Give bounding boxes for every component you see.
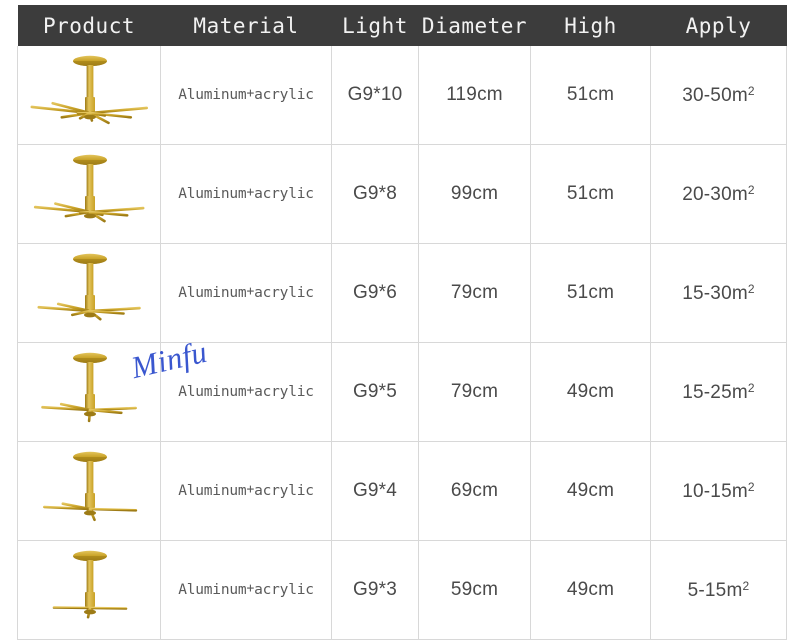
- cell-product-image: [17, 243, 161, 343]
- high-value: 49cm: [566, 579, 615, 600]
- column-header-material: Material: [193, 13, 299, 38]
- cell-light: G9*3: [331, 540, 419, 640]
- cell-high: 51cm: [530, 144, 651, 244]
- light-value: G9*3: [352, 579, 398, 600]
- cell-diameter: 69cm: [418, 441, 531, 541]
- cell-material: Aluminum+acrylic: [160, 540, 332, 640]
- high-value: 49cm: [566, 480, 615, 501]
- cell-product-image: [17, 46, 161, 145]
- apply-value: 15-30m2: [682, 281, 755, 304]
- cell-high: 51cm: [530, 46, 651, 145]
- cell-material: Aluminum+acrylic: [160, 144, 332, 244]
- diameter-value: 99cm: [450, 183, 499, 204]
- table-row: Aluminum+acrylic G9*5 79cm 49cm 15-25m2: [17, 342, 787, 442]
- cell-high: 49cm: [530, 441, 651, 541]
- diameter-value: 119cm: [446, 84, 503, 105]
- diameter-value: 79cm: [450, 282, 499, 303]
- high-value: 51cm: [566, 282, 615, 303]
- cell-light: G9*10: [331, 46, 419, 145]
- cell-light: G9*6: [331, 243, 419, 343]
- table-row: Aluminum+acrylic G9*3 59cm 49cm 5-15m2: [17, 540, 787, 640]
- apply-value: 30-50m2: [682, 83, 755, 106]
- cell-high: 51cm: [530, 243, 651, 343]
- cell-diameter: 79cm: [418, 243, 531, 343]
- chandelier-3-light-icon: [18, 544, 161, 636]
- chandelier-10-light-icon: [18, 49, 161, 141]
- cell-diameter: 79cm: [418, 342, 531, 442]
- diameter-value: 79cm: [450, 381, 499, 402]
- apply-value: 15-25m2: [682, 380, 755, 403]
- column-header-product: Product: [42, 13, 135, 38]
- cell-apply: 30-50m2: [650, 46, 787, 145]
- table-body: Aluminum+acrylic G9*10 119cm 51cm 30-50m2 Al…: [17, 46, 787, 640]
- chandelier-5-light-icon: [18, 346, 161, 438]
- table-header-row: Product Material Light Diameter High App…: [17, 5, 787, 46]
- cell-apply: 20-30m2: [650, 144, 787, 244]
- light-value: G9*8: [352, 183, 398, 204]
- cell-high: 49cm: [530, 540, 651, 640]
- cell-diameter: 99cm: [418, 144, 531, 244]
- diameter-value: 59cm: [450, 579, 499, 600]
- cell-diameter: 119cm: [418, 46, 531, 145]
- chandelier-8-light-icon: [18, 148, 161, 240]
- chandelier-4-light-icon: [18, 445, 161, 537]
- cell-high: 49cm: [530, 342, 651, 442]
- cell-apply: 10-15m2: [650, 441, 787, 541]
- cell-product-image: [17, 441, 161, 541]
- column-header-light: Light: [342, 13, 408, 38]
- material-text: Aluminum+acrylic: [178, 185, 314, 202]
- cell-diameter: 59cm: [418, 540, 531, 640]
- product-spec-table: Product Material Light Diameter High App…: [17, 5, 787, 640]
- column-header-high: High: [564, 13, 617, 38]
- cell-material: Aluminum+acrylic: [160, 441, 332, 541]
- table-header: Product Material Light Diameter High App…: [17, 5, 787, 46]
- material-text: Aluminum+acrylic: [178, 482, 314, 499]
- high-value: 49cm: [566, 381, 615, 402]
- table-row: Aluminum+acrylic G9*4 69cm 49cm 10-15m2: [17, 441, 787, 541]
- chandelier-6-light-icon: [18, 247, 161, 339]
- light-value: G9*4: [352, 480, 398, 501]
- material-text: Aluminum+acrylic: [178, 284, 314, 301]
- material-text: Aluminum+acrylic: [178, 581, 314, 598]
- cell-material: Aluminum+acrylic: [160, 342, 332, 442]
- apply-value: 5-15m2: [687, 578, 750, 601]
- material-text: Aluminum+acrylic: [178, 86, 314, 103]
- high-value: 51cm: [566, 84, 615, 105]
- cell-apply: 5-15m2: [650, 540, 787, 640]
- light-value: G9*6: [352, 282, 398, 303]
- cell-product-image: [17, 342, 161, 442]
- apply-value: 20-30m2: [682, 182, 755, 205]
- column-header-apply: Apply: [685, 13, 752, 38]
- material-text: Aluminum+acrylic: [178, 383, 314, 400]
- cell-material: Aluminum+acrylic: [160, 243, 332, 343]
- cell-material: Aluminum+acrylic: [160, 46, 332, 145]
- cell-light: G9*5: [331, 342, 419, 442]
- diameter-value: 69cm: [450, 480, 499, 501]
- cell-apply: 15-30m2: [650, 243, 787, 343]
- cell-light: G9*8: [331, 144, 419, 244]
- cell-apply: 15-25m2: [650, 342, 787, 442]
- table-row: Aluminum+acrylic G9*6 79cm 51cm 15-30m2: [17, 243, 787, 343]
- cell-product-image: [17, 540, 161, 640]
- high-value: 51cm: [566, 183, 615, 204]
- light-value: G9*10: [347, 84, 403, 105]
- table-row: Aluminum+acrylic G9*10 119cm 51cm 30-50m2: [17, 46, 787, 145]
- table-row: Aluminum+acrylic G9*8 99cm 51cm 20-30m2: [17, 144, 787, 244]
- cell-light: G9*4: [331, 441, 419, 541]
- column-header-diameter: Diameter: [421, 13, 528, 38]
- apply-value: 10-15m2: [682, 479, 755, 502]
- light-value: G9*5: [352, 381, 398, 402]
- cell-product-image: [17, 144, 161, 244]
